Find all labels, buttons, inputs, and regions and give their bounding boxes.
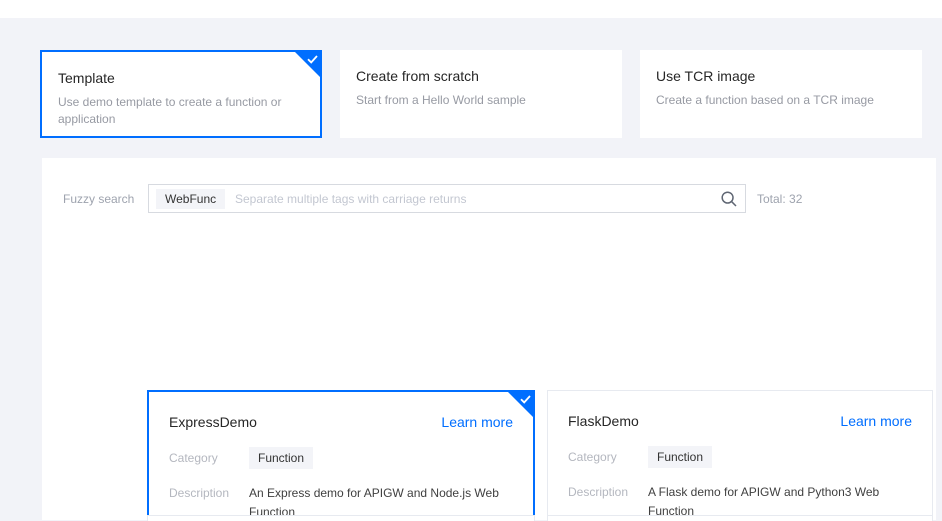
template-cards-row: ExpressDemo Learn more Category Function… [147,390,933,520]
category-value-chip: Function [249,447,313,469]
type-card-template[interactable]: Template Use demo template to create a f… [40,50,322,138]
category-label: Category [568,446,648,468]
total-count: Total: 32 [757,192,802,206]
learn-more-link[interactable]: Learn more [441,414,513,430]
type-card-description: Create a function based on a TCR image [656,92,902,109]
description-label: Description [169,482,249,504]
search-tag-chip[interactable]: WebFunc [156,189,225,209]
type-card-use-tcr-image[interactable]: Use TCR image Create a function based on… [640,50,922,138]
type-card-description: Use demo template to create a function o… [58,94,304,128]
type-card-title: Use TCR image [656,68,906,84]
learn-more-link[interactable]: Learn more [840,413,912,429]
search-input[interactable] [149,185,745,212]
template-card-flaskdemo[interactable]: FlaskDemo Learn more Category Function D… [547,390,933,520]
category-label: Category [169,447,249,469]
next-template-card-partial[interactable] [547,515,933,521]
type-card-create-from-scratch[interactable]: Create from scratch Start from a Hello W… [340,50,622,138]
check-icon [307,55,318,64]
top-header-strip [0,0,942,18]
template-name: ExpressDemo [169,414,257,430]
category-row: Category Function [568,446,912,468]
type-card-title: Template [58,70,304,86]
check-icon [520,395,531,404]
search-row: Fuzzy search WebFunc Total: 32 [63,158,936,213]
next-template-card-partial[interactable] [147,515,535,521]
description-label: Description [568,481,648,503]
template-card-expressdemo[interactable]: ExpressDemo Learn more Category Function… [147,390,535,520]
creation-type-selector: Template Use demo template to create a f… [40,50,922,138]
fuzzy-search-label: Fuzzy search [63,192,148,206]
category-value-chip: Function [648,446,712,468]
type-card-description: Start from a Hello World sample [356,92,602,109]
search-icon[interactable] [720,190,738,208]
type-card-title: Create from scratch [356,68,606,84]
search-box: WebFunc [148,184,746,213]
template-browser-panel: Fuzzy search WebFunc Total: 32 ExpressDe… [42,158,936,520]
template-name: FlaskDemo [568,413,639,429]
category-row: Category Function [169,447,513,469]
